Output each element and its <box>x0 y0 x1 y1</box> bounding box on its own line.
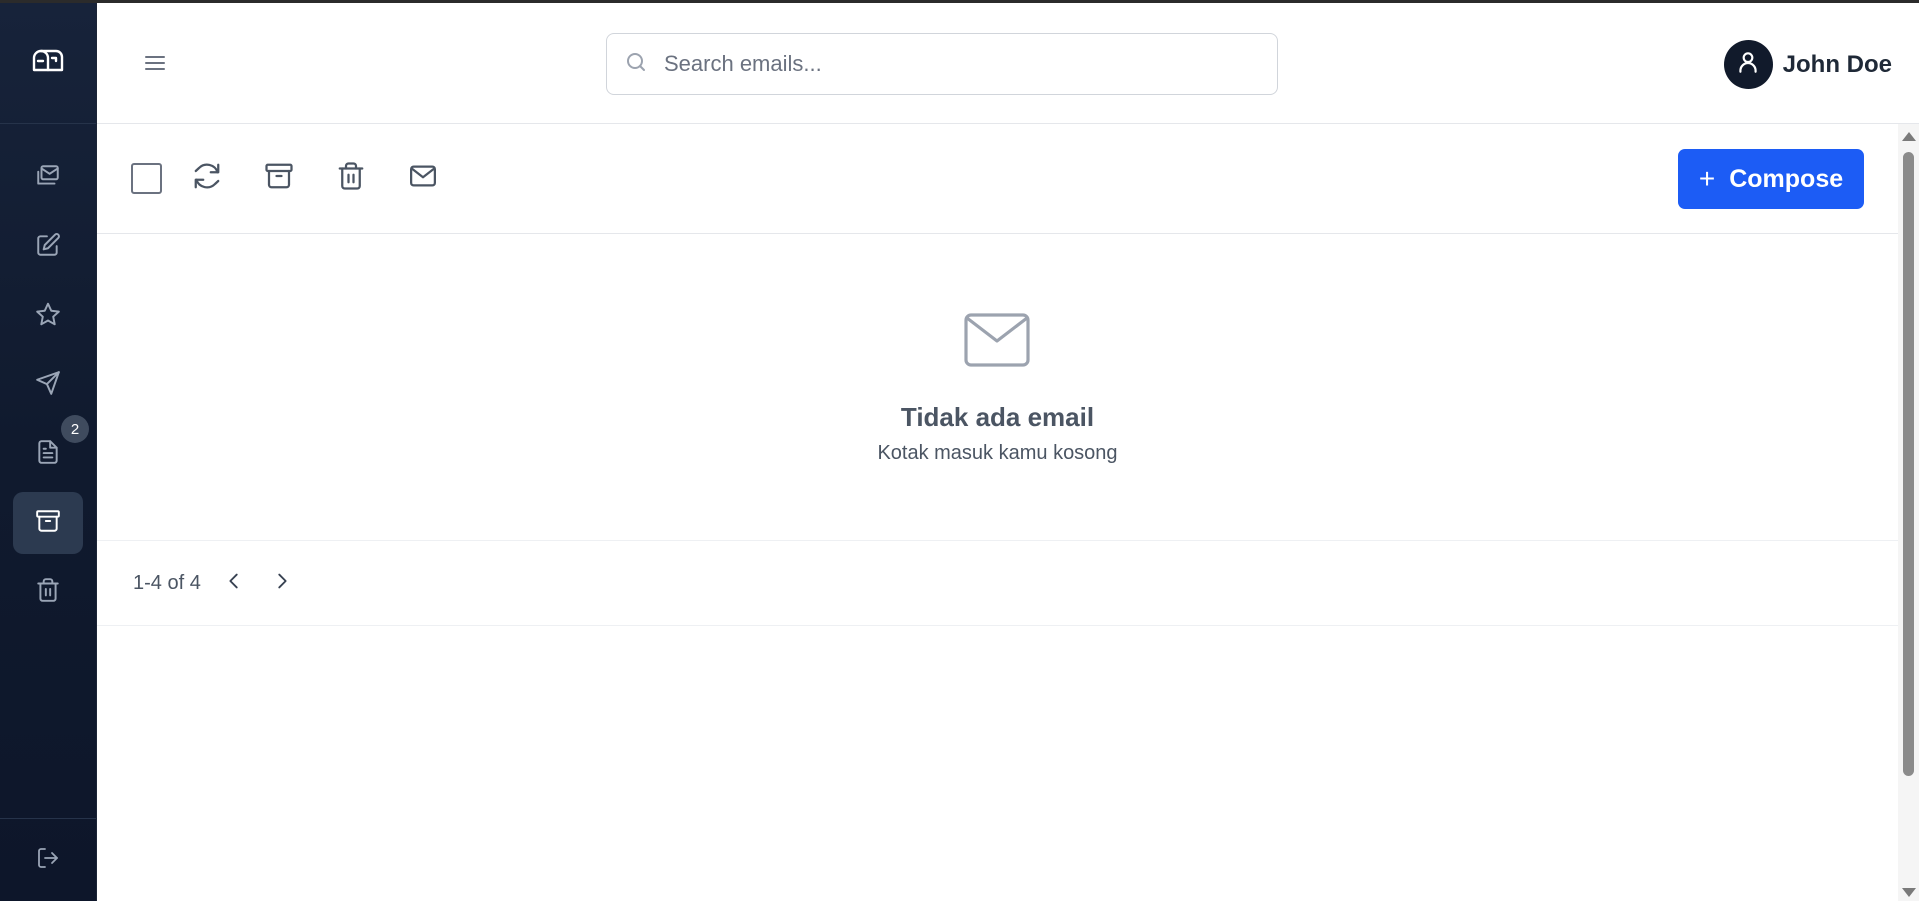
sidebar-nav: 2 <box>0 124 96 623</box>
archive-icon <box>35 508 61 539</box>
scroll-thumb[interactable] <box>1903 152 1914 776</box>
compose-button[interactable]: + Compose <box>1678 149 1864 209</box>
trash-icon <box>35 577 61 608</box>
select-all-checkbox[interactable] <box>131 163 162 194</box>
window-top-border <box>0 0 1919 3</box>
email-toolbar: + Compose <box>97 124 1898 234</box>
pagination: 1-4 of 4 <box>97 541 1898 626</box>
search-input[interactable] <box>664 51 1244 77</box>
sidebar-item-sent[interactable] <box>13 354 83 416</box>
sidebar: 2 <box>0 3 96 901</box>
logo[interactable] <box>0 3 96 124</box>
mailbox-logo-icon <box>31 48 65 79</box>
logout-button[interactable] <box>0 818 96 901</box>
archive-button[interactable] <box>261 160 297 196</box>
search-box[interactable] <box>606 33 1278 95</box>
pagination-range: 1-4 of 4 <box>133 572 201 594</box>
inbox-mail-icon <box>35 163 61 194</box>
scroll-up-arrow-icon[interactable] <box>1902 132 1916 141</box>
sidebar-item-starred[interactable] <box>13 285 83 347</box>
avatar[interactable] <box>1723 40 1773 89</box>
archive-icon <box>264 161 294 196</box>
sidebar-item-trash[interactable] <box>13 561 83 623</box>
user-menu[interactable]: John Doe <box>1723 40 1892 89</box>
menu-toggle-button[interactable] <box>141 49 169 77</box>
document-icon <box>35 439 61 470</box>
star-icon <box>35 301 61 332</box>
refresh-button[interactable] <box>189 160 225 196</box>
empty-state: Tidak ada email Kotak masuk kamu kosong <box>97 234 1898 541</box>
sidebar-item-drafts[interactable]: 2 <box>13 415 89 485</box>
chevron-left-icon <box>223 570 245 597</box>
send-icon <box>35 370 61 401</box>
user-icon <box>1735 49 1761 80</box>
compose-label: Compose <box>1729 164 1844 193</box>
previous-page-button[interactable] <box>221 570 247 596</box>
empty-state-subtitle: Kotak masuk kamu kosong <box>877 442 1118 464</box>
trash-icon <box>336 161 366 196</box>
empty-mail-icon <box>963 312 1031 368</box>
search-icon <box>607 50 648 79</box>
logout-icon <box>36 846 60 875</box>
drafts-count-badge: 2 <box>61 415 89 443</box>
top-header: John Doe <box>97 3 1919 124</box>
scroll-down-arrow-icon[interactable] <box>1902 888 1916 897</box>
mark-read-button[interactable] <box>405 160 441 196</box>
chevron-right-icon <box>271 570 293 597</box>
plus-icon: + <box>1698 163 1716 194</box>
refresh-icon <box>192 161 222 196</box>
edit-icon <box>35 232 61 263</box>
hamburger-menu-icon <box>141 56 169 81</box>
empty-state-title: Tidak ada email <box>900 402 1095 432</box>
sidebar-item-compose[interactable] <box>13 216 83 278</box>
next-page-button[interactable] <box>269 570 295 596</box>
user-name: John Doe <box>1782 50 1892 78</box>
vertical-scrollbar[interactable] <box>1898 124 1919 901</box>
mail-icon <box>408 161 438 196</box>
sidebar-item-archive[interactable] <box>13 492 83 554</box>
delete-button[interactable] <box>333 160 369 196</box>
sidebar-item-inbox[interactable] <box>13 147 83 209</box>
